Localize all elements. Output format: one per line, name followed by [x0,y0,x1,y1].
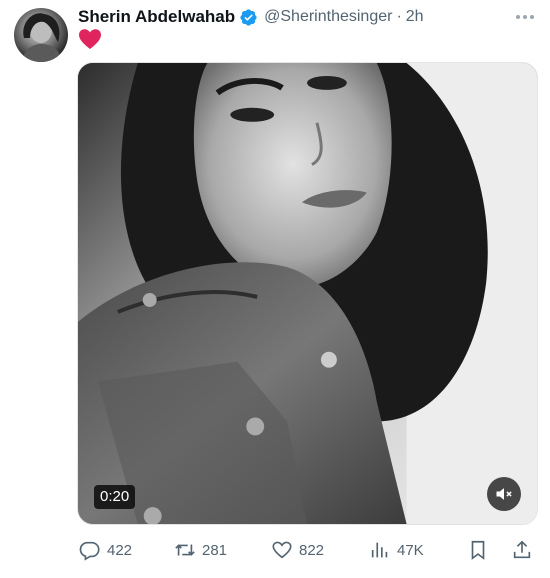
reply-icon [79,541,100,561]
timestamp[interactable]: 2h [406,8,424,26]
reply-count: 422 [107,541,133,559]
retweet-count: 281 [202,541,228,559]
share-icon [513,540,531,559]
share-button[interactable] [511,537,533,563]
like-icon [272,541,292,559]
reply-button[interactable]: 422 [79,537,132,563]
retweet-button[interactable]: 281 [174,537,227,563]
verified-badge-icon[interactable] [239,8,258,27]
tweet-actions: 422 281 822 47K [77,537,537,563]
author-handle[interactable]: @Sherinthesinger [264,8,392,26]
like-button[interactable]: 822 [271,537,324,563]
views-icon [371,542,388,558]
like-count: 822 [299,541,325,559]
video-player[interactable]: 0:20 [77,62,538,525]
avatar[interactable] [14,8,68,62]
volume-muted-icon[interactable] [487,477,521,511]
red-heart-emoji-icon [78,28,102,50]
display-name[interactable]: Sherin Abdelwahab [78,7,235,27]
video-duration: 0:20 [94,485,136,509]
bookmark-icon [471,540,485,560]
views-button[interactable]: 47K [369,537,424,563]
view-count: 47K [397,541,424,559]
tweet-text [78,28,102,55]
retweet-icon [175,544,195,556]
separator-dot: · [396,8,402,25]
tweet-header: Sherin Abdelwahab @Sherinthesinger · 2h [78,5,534,29]
bookmark-button[interactable] [467,537,489,563]
more-icon[interactable] [516,5,534,29]
video-thumbnail [78,63,537,524]
